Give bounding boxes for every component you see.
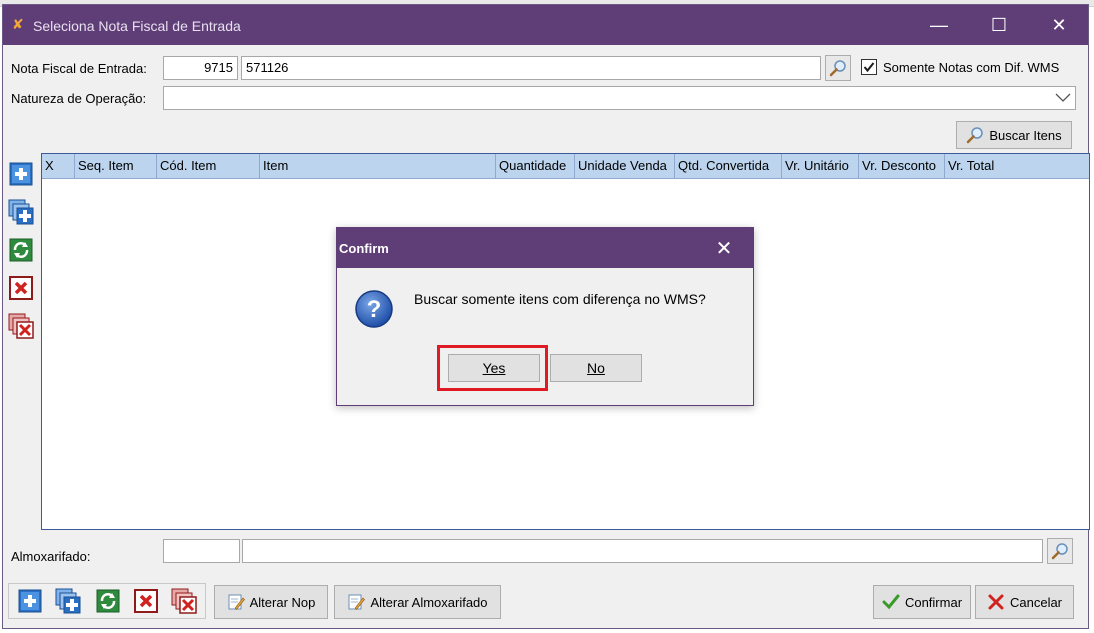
- alterar-almoxarifado-label: Alterar Almoxarifado: [370, 594, 488, 610]
- nf-code-input[interactable]: 9715: [163, 56, 238, 80]
- edit-document-icon: [228, 594, 245, 610]
- delete-multiple-icon[interactable]: [171, 588, 197, 614]
- nf-name-input[interactable]: 571126: [241, 56, 821, 80]
- search-icon: [829, 60, 846, 77]
- delete-item-icon[interactable]: [133, 588, 159, 614]
- col-item[interactable]: Item: [260, 154, 496, 178]
- svg-text:?: ?: [367, 296, 382, 323]
- dialog-title: Confirm: [339, 241, 389, 256]
- col-cod-item[interactable]: Cód. Item: [157, 154, 260, 178]
- somente-notas-label: Somente Notas com Dif. WMS: [883, 60, 1060, 75]
- almoxarifado-code-input[interactable]: [163, 539, 240, 563]
- question-icon: ?: [355, 290, 393, 328]
- somente-notas-checkbox[interactable]: [861, 59, 877, 75]
- col-vr-unitario[interactable]: Vr. Unitário: [782, 154, 859, 178]
- natureza-select[interactable]: [163, 86, 1076, 110]
- cancel-x-icon: [988, 594, 1004, 610]
- almoxarifado-label: Almoxarifado:: [11, 549, 91, 564]
- grid-header: X Seq. Item Cód. Item Item Quantidade Un…: [42, 154, 1089, 179]
- no-button[interactable]: No: [550, 354, 642, 382]
- confirmar-button[interactable]: Confirmar: [873, 585, 971, 619]
- delete-item-icon[interactable]: [8, 275, 34, 301]
- add-item-icon[interactable]: [8, 161, 34, 187]
- search-icon: [1051, 543, 1068, 560]
- almoxarifado-name-input[interactable]: [242, 539, 1043, 563]
- col-vr-desconto[interactable]: Vr. Desconto: [859, 154, 945, 178]
- refresh-icon[interactable]: [8, 237, 34, 263]
- cancelar-button[interactable]: Cancelar: [975, 585, 1074, 619]
- buscar-itens-label: Buscar Itens: [989, 127, 1062, 143]
- bottom-icon-toolbar: [8, 583, 206, 619]
- check-icon: [882, 594, 900, 610]
- refresh-icon[interactable]: [95, 588, 121, 614]
- natureza-label: Natureza de Operação:: [11, 91, 147, 106]
- dialog-close-button[interactable]: ✕: [701, 228, 747, 268]
- alterar-nop-button[interactable]: Alterar Nop: [214, 585, 328, 619]
- col-qtd-convertida[interactable]: Qtd. Convertida: [675, 154, 782, 178]
- close-window-button[interactable]: ✕: [1036, 5, 1082, 45]
- dialog-titlebar[interactable]: Confirm ✕: [337, 228, 753, 268]
- col-quantidade[interactable]: Quantidade: [496, 154, 575, 178]
- search-icon: [967, 127, 984, 144]
- delete-multiple-icon[interactable]: [8, 313, 34, 339]
- window-title: Seleciona Nota Fiscal de Entrada: [33, 18, 241, 34]
- add-multiple-icon[interactable]: [8, 199, 34, 225]
- search-nf-button[interactable]: [825, 55, 851, 81]
- checkmark-icon: [863, 62, 875, 73]
- yes-button-highlight: [437, 345, 548, 391]
- edit-document-icon: [348, 594, 366, 610]
- cancelar-label: Cancelar: [1009, 594, 1063, 610]
- maximize-button[interactable]: ☐: [976, 5, 1022, 45]
- col-vr-total[interactable]: Vr. Total: [945, 154, 1089, 178]
- chevron-down-icon[interactable]: [1055, 93, 1071, 103]
- minimize-button[interactable]: —: [916, 5, 962, 45]
- buscar-itens-button[interactable]: Buscar Itens: [956, 121, 1072, 149]
- alterar-almoxarifado-button[interactable]: Alterar Almoxarifado: [334, 585, 501, 619]
- dialog-message: Buscar somente itens com diferença no WM…: [414, 291, 706, 307]
- alterar-nop-label: Alterar Nop: [249, 594, 316, 610]
- col-x[interactable]: X: [42, 154, 75, 178]
- app-logo-icon: ✘: [12, 16, 24, 32]
- col-unidade-venda[interactable]: Unidade Venda: [575, 154, 675, 178]
- add-multiple-icon[interactable]: [55, 588, 81, 614]
- search-almoxarifado-button[interactable]: [1047, 538, 1073, 564]
- add-item-icon[interactable]: [17, 588, 43, 614]
- confirmar-label: Confirmar: [904, 594, 963, 610]
- window-titlebar[interactable]: ✘ Seleciona Nota Fiscal de Entrada — ☐ ✕: [3, 5, 1088, 45]
- nf-label: Nota Fiscal de Entrada:: [11, 61, 147, 76]
- col-seq-item[interactable]: Seq. Item: [75, 154, 157, 178]
